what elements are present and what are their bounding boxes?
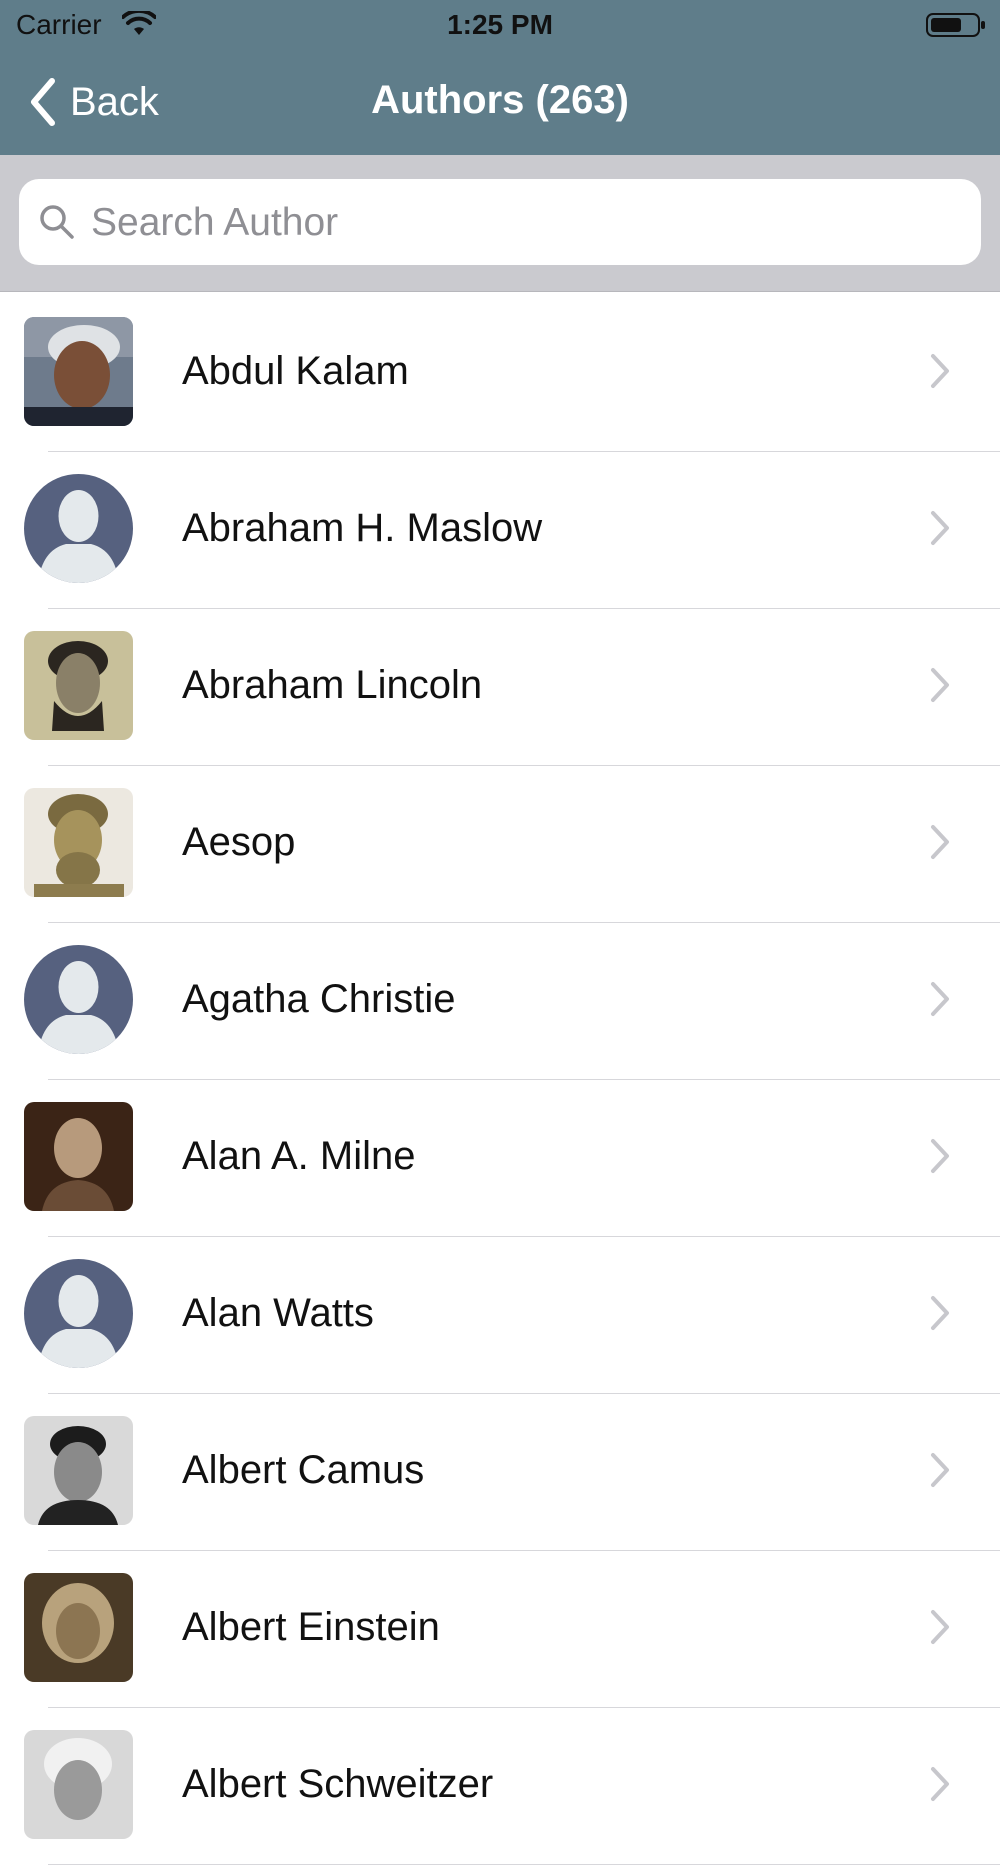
author-photo [24, 788, 133, 897]
list-item[interactable]: Abraham Lincoln [0, 609, 1000, 766]
author-photo [24, 1102, 133, 1211]
author-name: Abdul Kalam [182, 349, 409, 393]
author-name: Albert Schweitzer [182, 1762, 494, 1806]
list-item[interactable]: Abdul Kalam [0, 295, 1000, 452]
default-person-icon [24, 474, 133, 583]
list-item[interactable]: Agatha Christie [0, 923, 1000, 1080]
chevron-right-icon [931, 1610, 949, 1644]
list-item[interactable]: Aesop [0, 766, 1000, 923]
chevron-right-icon [931, 982, 949, 1016]
search-bar [0, 155, 1000, 292]
chevron-right-icon [931, 1453, 949, 1487]
author-photo [24, 631, 133, 740]
author-name: Abraham Lincoln [182, 663, 483, 707]
search-field[interactable] [19, 179, 981, 265]
default-person-icon [24, 945, 133, 1054]
chevron-right-icon [931, 1767, 949, 1801]
chevron-right-icon [931, 825, 949, 859]
chevron-right-icon [931, 1296, 949, 1330]
search-input[interactable] [89, 193, 963, 253]
author-photo [24, 1416, 133, 1525]
author-name: Agatha Christie [182, 977, 456, 1021]
author-name: Aesop [182, 820, 296, 864]
list-item[interactable]: Albert Camus [0, 1394, 1000, 1551]
list-item[interactable]: Albert Schweitzer [0, 1708, 1000, 1865]
list-item[interactable]: Abraham H. Maslow [0, 452, 1000, 609]
status-time: 1:25 PM [447, 9, 553, 40]
author-name: Albert Einstein [182, 1605, 440, 1649]
list-item[interactable]: Alan Watts [0, 1237, 1000, 1394]
author-name: Alan Watts [182, 1291, 374, 1335]
page-title: Authors (263) [371, 78, 629, 122]
author-photo [24, 1730, 133, 1839]
authors-list: Abdul Kalam Abraham H. Maslow Abraham Li… [0, 295, 1000, 1865]
chevron-right-icon [931, 354, 949, 388]
list-item[interactable]: Albert Einstein [0, 1551, 1000, 1708]
chevron-right-icon [931, 1139, 949, 1173]
list-item[interactable]: Alan A. Milne [0, 1080, 1000, 1237]
chevron-right-icon [931, 668, 949, 702]
header: Carrier 1:25 PM Back Authors (263) [0, 0, 1000, 155]
author-photo [24, 317, 133, 426]
search-icon [40, 205, 74, 239]
author-photo [24, 1573, 133, 1682]
chevron-right-icon [931, 511, 949, 545]
default-person-icon [24, 1259, 133, 1368]
author-name: Abraham H. Maslow [182, 506, 543, 550]
author-name: Albert Camus [182, 1448, 425, 1492]
battery-icon [926, 13, 985, 37]
author-name: Alan A. Milne [182, 1134, 416, 1178]
